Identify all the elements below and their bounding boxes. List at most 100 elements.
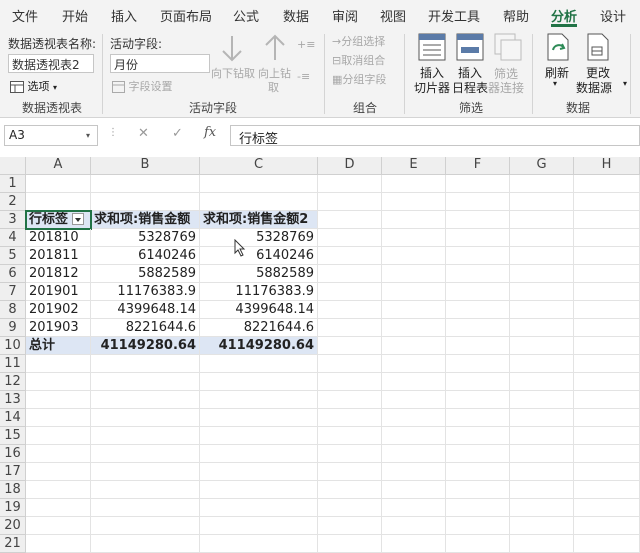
- empty-cell[interactable]: [574, 463, 640, 481]
- pivot-value-header-2[interactable]: 求和项:销售金额2: [200, 211, 318, 229]
- pivot-value-cell[interactable]: 5882589: [200, 265, 318, 283]
- empty-cell[interactable]: [91, 445, 200, 463]
- empty-cell[interactable]: [446, 373, 510, 391]
- tab-design[interactable]: 设计: [600, 6, 626, 25]
- empty-cell[interactable]: [446, 499, 510, 517]
- empty-cell[interactable]: [26, 409, 91, 427]
- empty-cell[interactable]: [382, 301, 446, 319]
- empty-cell[interactable]: [574, 373, 640, 391]
- pivot-row-label[interactable]: 201810: [26, 229, 91, 247]
- empty-cell[interactable]: [318, 427, 382, 445]
- pivot-value-cell[interactable]: 11176383.9: [91, 283, 200, 301]
- row-header[interactable]: 18: [0, 481, 26, 499]
- row-header[interactable]: 8: [0, 301, 26, 319]
- pivot-row-label[interactable]: 201812: [26, 265, 91, 283]
- pivot-value-cell[interactable]: 8221644.6: [200, 319, 318, 337]
- empty-cell[interactable]: [446, 319, 510, 337]
- empty-cell[interactable]: [510, 409, 574, 427]
- empty-cell[interactable]: [446, 301, 510, 319]
- empty-cell[interactable]: [574, 409, 640, 427]
- empty-cell[interactable]: [510, 265, 574, 283]
- empty-cell[interactable]: [446, 247, 510, 265]
- empty-cell[interactable]: [318, 247, 382, 265]
- empty-cell[interactable]: [382, 517, 446, 535]
- empty-cell[interactable]: [510, 211, 574, 229]
- empty-cell[interactable]: [446, 355, 510, 373]
- expand-field-icon[interactable]: +≡: [297, 38, 315, 51]
- empty-cell[interactable]: [574, 175, 640, 193]
- empty-cell[interactable]: [446, 463, 510, 481]
- empty-cell[interactable]: [91, 409, 200, 427]
- empty-cell[interactable]: [318, 391, 382, 409]
- empty-cell[interactable]: [318, 355, 382, 373]
- column-header-b[interactable]: B: [91, 157, 200, 175]
- empty-cell[interactable]: [382, 355, 446, 373]
- empty-cell[interactable]: [574, 535, 640, 553]
- row-header[interactable]: 19: [0, 499, 26, 517]
- empty-cell[interactable]: [510, 247, 574, 265]
- empty-cell[interactable]: [574, 229, 640, 247]
- row-header[interactable]: 14: [0, 409, 26, 427]
- row-header[interactable]: 5: [0, 247, 26, 265]
- tab-review[interactable]: 审阅: [332, 6, 358, 25]
- empty-cell[interactable]: [26, 499, 91, 517]
- empty-cell[interactable]: [318, 373, 382, 391]
- empty-cell[interactable]: [574, 211, 640, 229]
- empty-cell[interactable]: [574, 337, 640, 355]
- empty-cell[interactable]: [574, 427, 640, 445]
- empty-cell[interactable]: [26, 355, 91, 373]
- empty-cell[interactable]: [91, 355, 200, 373]
- empty-cell[interactable]: [382, 283, 446, 301]
- empty-cell[interactable]: [446, 517, 510, 535]
- empty-cell[interactable]: [446, 175, 510, 193]
- pivot-value-cell[interactable]: 6140246: [200, 247, 318, 265]
- empty-cell[interactable]: [318, 445, 382, 463]
- tab-data[interactable]: 数据: [283, 6, 309, 25]
- empty-cell[interactable]: [318, 229, 382, 247]
- empty-cell[interactable]: [382, 319, 446, 337]
- column-header-d[interactable]: D: [318, 157, 382, 175]
- name-box[interactable]: A3: [4, 125, 98, 146]
- empty-cell[interactable]: [200, 175, 318, 193]
- empty-cell[interactable]: [382, 445, 446, 463]
- empty-cell[interactable]: [318, 283, 382, 301]
- empty-cell[interactable]: [318, 319, 382, 337]
- empty-cell[interactable]: [26, 373, 91, 391]
- empty-cell[interactable]: [574, 499, 640, 517]
- cancel-icon[interactable]: ✕: [138, 126, 149, 141]
- empty-cell[interactable]: [26, 427, 91, 445]
- row-header[interactable]: 20: [0, 517, 26, 535]
- empty-cell[interactable]: [382, 427, 446, 445]
- field-settings-button[interactable]: 字段设置: [112, 78, 173, 94]
- empty-cell[interactable]: [91, 391, 200, 409]
- empty-cell[interactable]: [26, 391, 91, 409]
- empty-cell[interactable]: [574, 193, 640, 211]
- empty-cell[interactable]: [200, 517, 318, 535]
- empty-cell[interactable]: [200, 481, 318, 499]
- empty-cell[interactable]: [510, 301, 574, 319]
- empty-cell[interactable]: [26, 517, 91, 535]
- empty-cell[interactable]: [91, 517, 200, 535]
- empty-cell[interactable]: [91, 535, 200, 553]
- drill-down-button[interactable]: 向下钻取: [211, 65, 255, 81]
- empty-cell[interactable]: [382, 265, 446, 283]
- empty-cell[interactable]: [574, 517, 640, 535]
- collapse-field-icon[interactable]: -≡: [297, 70, 310, 83]
- empty-cell[interactable]: [446, 427, 510, 445]
- empty-cell[interactable]: [446, 481, 510, 499]
- change-source-dropdown-icon[interactable]: ▾: [623, 79, 627, 88]
- empty-cell[interactable]: [510, 229, 574, 247]
- empty-cell[interactable]: [574, 247, 640, 265]
- empty-cell[interactable]: [510, 535, 574, 553]
- empty-cell[interactable]: [382, 337, 446, 355]
- empty-cell[interactable]: [510, 481, 574, 499]
- tab-view[interactable]: 视图: [380, 6, 406, 25]
- row-header[interactable]: 13: [0, 391, 26, 409]
- empty-cell[interactable]: [318, 481, 382, 499]
- options-button[interactable]: 选项 ▾: [10, 78, 57, 94]
- empty-cell[interactable]: [446, 445, 510, 463]
- empty-cell[interactable]: [318, 175, 382, 193]
- group-selection-button[interactable]: →分组选择: [332, 33, 385, 49]
- pivot-row-label[interactable]: 201903: [26, 319, 91, 337]
- empty-cell[interactable]: [510, 373, 574, 391]
